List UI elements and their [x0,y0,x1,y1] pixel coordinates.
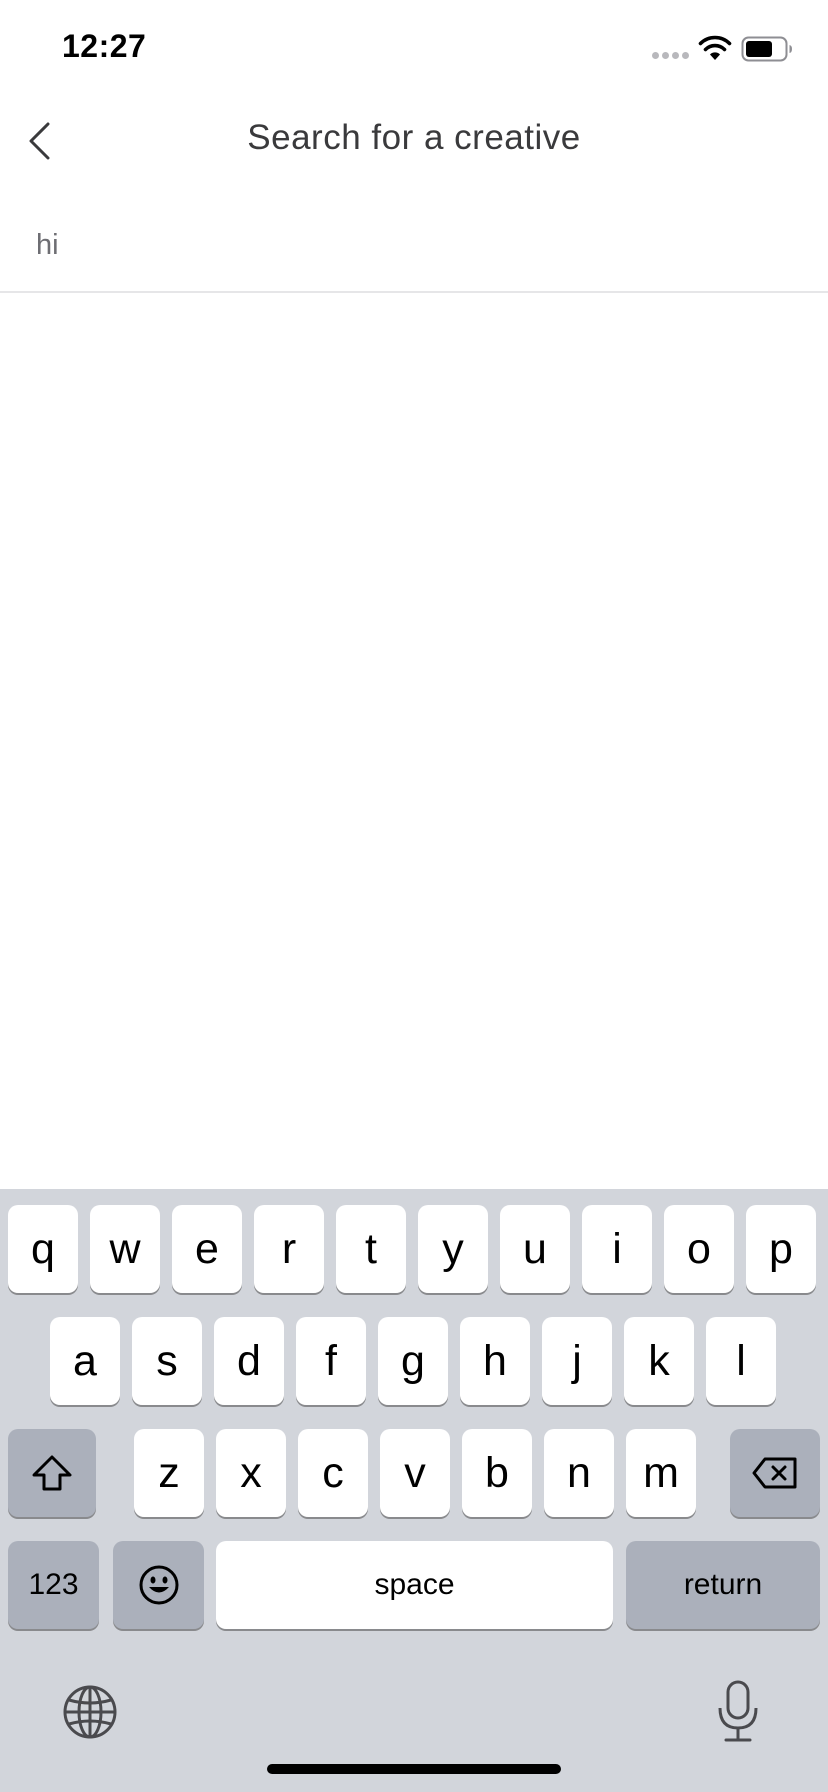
key-m[interactable]: m [626,1429,696,1517]
key-label: b [485,1448,509,1497]
key-label: k [648,1336,670,1385]
key-e[interactable]: e [172,1205,242,1293]
key-label: u [523,1224,547,1273]
key-t[interactable]: t [336,1205,406,1293]
emoji-key[interactable] [113,1541,204,1629]
key-label: p [769,1224,793,1273]
keyboard: q w e r t y u i o p a s d f g h j k l z x c v b n m 123 space r… [0,1189,828,1792]
key-label: s [156,1336,178,1385]
delete-key[interactable] [730,1429,820,1517]
key-k[interactable]: k [624,1317,694,1405]
key-label: w [109,1224,141,1273]
search-input[interactable] [36,219,796,271]
status-bar: 12:27 [0,0,828,100]
key-s[interactable]: s [132,1317,202,1405]
key-i[interactable]: i [582,1205,652,1293]
key-p[interactable]: p [746,1205,816,1293]
key-x[interactable]: x [216,1429,286,1517]
battery-icon [741,36,792,62]
key-l[interactable]: l [706,1317,776,1405]
key-label: c [322,1448,344,1497]
microphone-icon [718,1680,758,1742]
key-label: i [612,1224,622,1273]
key-label: a [73,1336,97,1385]
key-a[interactable]: a [50,1317,120,1405]
key-label: v [404,1448,426,1497]
page-title: Search for a creative [247,118,581,157]
home-indicator [267,1764,561,1774]
key-label: t [365,1224,377,1273]
key-label: j [572,1336,582,1385]
signal-dots-icon [652,52,689,59]
globe-icon [63,1685,117,1739]
key-h[interactable]: h [460,1317,530,1405]
key-v[interactable]: v [380,1429,450,1517]
key-label: l [736,1336,746,1385]
key-g[interactable]: g [378,1317,448,1405]
key-label: d [237,1336,261,1385]
status-time: 12:27 [62,28,147,64]
key-n[interactable]: n [544,1429,614,1517]
emoji-icon [139,1565,178,1605]
key-b[interactable]: b [462,1429,532,1517]
key-j[interactable]: j [542,1317,612,1405]
key-r[interactable]: r [254,1205,324,1293]
nav-header: Search for a creative [0,100,828,182]
key-u[interactable]: u [500,1205,570,1293]
key-label: r [281,1224,297,1273]
key-label: y [442,1224,464,1273]
numbers-key-label: 123 [28,1568,79,1601]
wifi-icon [698,35,732,60]
key-label: o [687,1224,711,1273]
return-key-label: return [683,1568,763,1601]
key-f[interactable]: f [296,1317,366,1405]
key-label: e [195,1224,219,1273]
key-w[interactable]: w [90,1205,160,1293]
key-label: m [643,1448,679,1497]
key-label: h [483,1336,507,1385]
key-d[interactable]: d [214,1317,284,1405]
key-label: q [31,1224,55,1273]
key-label: f [325,1336,337,1385]
shift-icon [32,1455,72,1491]
key-label: x [240,1448,262,1497]
numbers-key[interactable]: 123 [8,1541,99,1629]
dictation-button[interactable] [716,1678,760,1744]
globe-button[interactable] [62,1684,118,1740]
key-o[interactable]: o [664,1205,734,1293]
key-label: n [567,1448,591,1497]
return-key[interactable]: return [626,1541,820,1629]
space-key-label: space [374,1568,455,1601]
search-bar [0,205,828,293]
key-y[interactable]: y [418,1205,488,1293]
delete-icon [752,1457,797,1489]
key-label: z [158,1448,180,1497]
key-label: g [401,1336,425,1385]
shift-key[interactable] [8,1429,96,1517]
key-c[interactable]: c [298,1429,368,1517]
space-key[interactable]: space [216,1541,613,1629]
key-z[interactable]: z [134,1429,204,1517]
key-q[interactable]: q [8,1205,78,1293]
